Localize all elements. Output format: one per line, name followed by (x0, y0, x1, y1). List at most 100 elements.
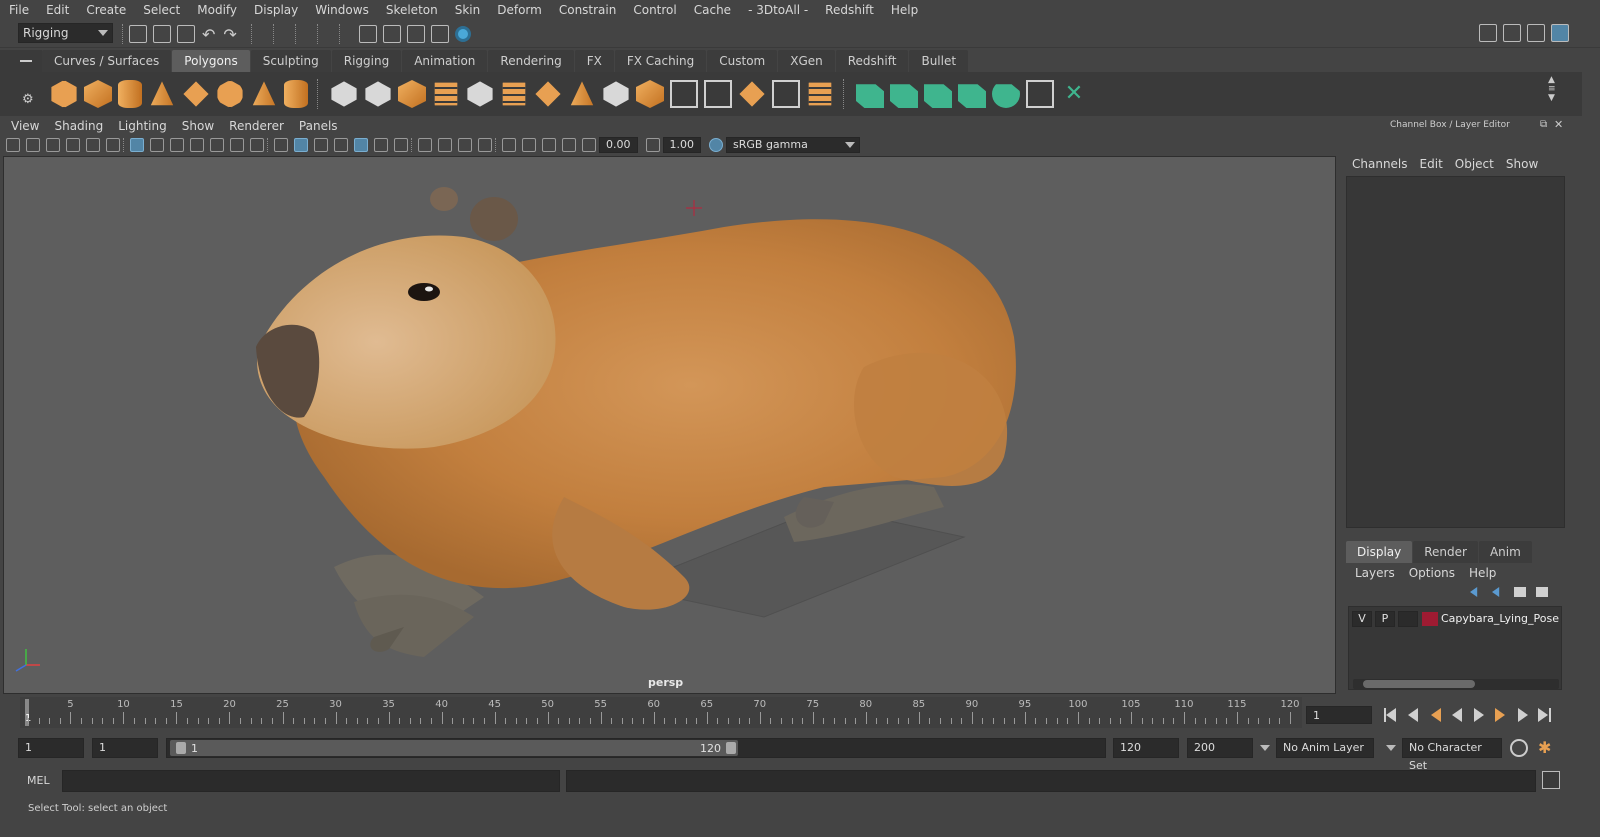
channel-box-icon[interactable] (1551, 24, 1569, 42)
hud-icon[interactable] (562, 138, 576, 152)
render-settings-icon[interactable] (430, 25, 449, 43)
color-space-dropdown[interactable]: sRGB gamma (726, 137, 860, 153)
tab-display[interactable]: Display (1346, 541, 1413, 563)
mesh-grid-icon[interactable] (434, 82, 458, 106)
bevel-icon[interactable] (570, 81, 594, 106)
shelf-scroll-arrows[interactable]: ▲ ≡ ▼ (1548, 76, 1556, 103)
play-forwards-icon[interactable] (1470, 707, 1488, 723)
cluster-icon[interactable] (958, 84, 986, 108)
wireframe-icon[interactable] (274, 138, 288, 152)
deformer-icon[interactable] (890, 84, 918, 108)
hypershade-icon[interactable] (454, 26, 471, 42)
undo-icon[interactable]: ↶ (202, 25, 215, 44)
open-scene-icon[interactable] (153, 25, 171, 43)
poly-torus-icon[interactable] (217, 80, 243, 108)
viewport-menu-shading[interactable]: Shading (46, 119, 110, 133)
range-end-handle[interactable] (726, 742, 736, 754)
tab-rigging[interactable]: Rigging (331, 50, 402, 72)
field-chart-icon[interactable] (210, 138, 224, 152)
automatic-mapping-icon[interactable] (704, 80, 732, 108)
menu-control[interactable]: Control (624, 3, 684, 17)
menu-set-dropdown[interactable]: Rigging (18, 23, 113, 43)
modeling-toolkit-icon[interactable] (1479, 24, 1497, 42)
exposure-field[interactable]: 0.00 (599, 137, 638, 153)
grease-pencil-icon[interactable] (86, 138, 100, 152)
menu-file[interactable]: File (0, 3, 37, 17)
play-backwards-icon[interactable] (1448, 707, 1466, 723)
tab-custom[interactable]: Custom (707, 50, 778, 72)
menu-edit[interactable]: Edit (37, 3, 77, 17)
tab-xgen[interactable]: XGen (778, 50, 835, 72)
playback-end-field[interactable]: 120 (1113, 738, 1179, 758)
layer-menu-layers[interactable]: Layers (1348, 566, 1402, 580)
xray-joints-icon[interactable] (458, 138, 472, 152)
menu-help[interactable]: Help (882, 3, 926, 17)
safe-action-icon[interactable] (230, 138, 244, 152)
menu-display[interactable]: Display (245, 3, 306, 17)
menu-skeleton[interactable]: Skeleton (377, 3, 446, 17)
textured-icon[interactable] (354, 138, 368, 152)
safe-title-icon[interactable] (250, 138, 264, 152)
viewport-menu-renderer[interactable]: Renderer (221, 119, 291, 133)
perspective-viewport[interactable] (3, 156, 1336, 694)
tab-render[interactable]: Render (1413, 541, 1478, 563)
command-language-label[interactable]: MEL (27, 774, 50, 787)
step-forward-key-icon[interactable] (1492, 707, 1510, 723)
viewport-menu-panels[interactable]: Panels (291, 119, 345, 133)
combine-icon[interactable] (331, 81, 357, 107)
planar-mapping-icon[interactable] (670, 80, 698, 108)
redo-icon[interactable]: ↷ (223, 25, 236, 44)
shadows-icon[interactable] (394, 138, 408, 152)
fill-hole-icon[interactable] (636, 80, 664, 108)
bounding-box-icon[interactable] (772, 80, 800, 108)
chevron-down-icon[interactable] (1386, 745, 1396, 751)
menu-constrain[interactable]: Constrain (550, 3, 625, 17)
extrude-icon[interactable] (467, 81, 493, 107)
time-slider[interactable]: 1 51015202530354045505560657075808590951… (20, 697, 1302, 728)
backface-culling-icon[interactable] (478, 138, 492, 152)
tab-fx-caching[interactable]: FX Caching (614, 50, 707, 72)
tab-animation[interactable]: Animation (402, 50, 488, 72)
resolution-gate-icon[interactable] (170, 138, 184, 152)
menu-windows[interactable]: Windows (306, 3, 377, 17)
channel-box-menu-object[interactable]: Object (1449, 157, 1500, 171)
color-management-icon[interactable] (709, 138, 723, 152)
auto-key-icon[interactable] (1510, 739, 1528, 757)
close-icon[interactable]: ✕ (1554, 118, 1563, 131)
chevron-down-icon[interactable] (1260, 745, 1270, 751)
separate-icon[interactable] (365, 81, 391, 107)
menu-select[interactable]: Select (134, 3, 188, 17)
poly-cone-icon[interactable] (150, 81, 174, 106)
tab-curves-surfaces[interactable]: Curves / Surfaces (42, 50, 172, 72)
wireframe-on-shaded-icon[interactable] (334, 138, 348, 152)
command-input[interactable] (62, 770, 560, 792)
menu-3dtoall[interactable]: - 3DtoAll - (739, 3, 816, 17)
menu-cache[interactable]: Cache (685, 3, 739, 17)
lattice-icon[interactable] (1026, 80, 1054, 108)
tab-anim[interactable]: Anim (1478, 541, 1532, 563)
attribute-editor-icon[interactable] (1503, 24, 1521, 42)
camera-icon[interactable] (6, 138, 20, 152)
playback-start-field[interactable]: 1 (92, 738, 158, 758)
smooth-shade-icon[interactable] (294, 138, 308, 152)
tab-sculpting[interactable]: Sculpting (250, 50, 331, 72)
twist-icon[interactable]: ✕ (1060, 80, 1088, 108)
menu-modify[interactable]: Modify (188, 3, 245, 17)
multi-cut-icon[interactable] (535, 81, 561, 107)
use-all-lights-icon[interactable] (374, 138, 388, 152)
ipr-render-icon[interactable] (406, 25, 425, 43)
poly-pyramid-icon[interactable] (252, 81, 276, 106)
poly-sphere-icon[interactable] (51, 80, 77, 108)
layer-visibility-toggle[interactable]: V (1352, 611, 1372, 627)
create-set-icon[interactable] (856, 84, 884, 108)
new-empty-layer-icon[interactable] (1514, 587, 1526, 597)
gear-icon[interactable]: ⚙ (22, 92, 34, 107)
poly-cylinder-icon[interactable] (118, 80, 142, 108)
pencil-icon[interactable] (106, 138, 120, 152)
anim-layer-dropdown[interactable]: No Anim Layer (1276, 738, 1374, 758)
viewport-menu-lighting[interactable]: Lighting (110, 119, 174, 133)
smooth-icon[interactable] (398, 80, 426, 108)
channel-box-area[interactable] (1346, 176, 1565, 528)
isolate-select-icon[interactable] (522, 138, 536, 152)
menu-redshift[interactable]: Redshift (816, 3, 882, 17)
